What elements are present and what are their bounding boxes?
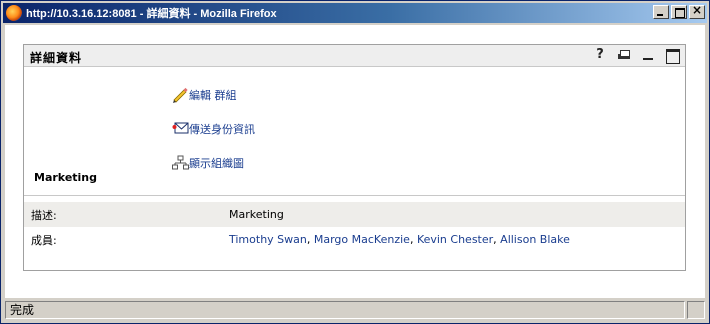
minimize-icon[interactable] (641, 48, 655, 62)
mail-icon (172, 121, 189, 137)
pencil-icon (172, 87, 189, 103)
status-resize-grip[interactable] (687, 301, 705, 319)
window-controls: × (651, 3, 705, 19)
edit-group-label[interactable]: 編輯 群組 (189, 87, 237, 103)
send-identity-label[interactable]: 傳送身份資訊 (189, 121, 255, 137)
print-icon[interactable] (617, 48, 631, 62)
maximize-icon[interactable] (665, 48, 680, 64)
separator: , (306, 233, 314, 246)
minimize-window-button[interactable] (653, 5, 669, 19)
portlet-header: 詳細資料 ? (24, 45, 685, 67)
window-title: http://10.3.16.12:8081 - 詳細資料 - Mozilla … (26, 8, 277, 20)
group-name: Marketing (34, 171, 98, 184)
show-org-chart-action[interactable]: 顯示組織圖 (172, 155, 244, 171)
member-link[interactable]: Margo MacKenzie (314, 233, 410, 246)
page-content: 詳細資料 ? 編輯 群組 傳送身份資訊 顯示組織圖 Marketing 描述: … (5, 25, 705, 298)
close-icon: × (691, 3, 703, 17)
description-row: 描述: Marketing (24, 202, 685, 227)
separator: , (409, 233, 417, 246)
close-window-button[interactable]: × (689, 3, 705, 19)
member-link[interactable]: Kevin Chester (417, 233, 493, 246)
title-bar[interactable]: http://10.3.16.12:8081 - 詳細資料 - Mozilla … (3, 3, 707, 23)
status-text: 完成 (5, 301, 685, 319)
help-icon[interactable]: ? (593, 48, 607, 62)
portlet-title: 詳細資料 (30, 51, 83, 65)
divider (24, 195, 685, 196)
status-bar: 完成 (3, 299, 707, 321)
maximize-window-button[interactable] (671, 5, 687, 19)
members-row: 成員: Timothy Swan, Margo MacKenzie, Kevin… (24, 227, 685, 252)
members-value: Timothy Swan, Margo MacKenzie, Kevin Che… (229, 233, 570, 246)
member-link[interactable]: Allison Blake (500, 233, 570, 246)
member-link[interactable]: Timothy Swan (229, 233, 307, 246)
browser-window: http://10.3.16.12:8081 - 詳細資料 - Mozilla … (0, 0, 710, 324)
details-portlet: 詳細資料 ? 編輯 群組 傳送身份資訊 顯示組織圖 Marketing 描述: … (23, 44, 686, 271)
org-chart-icon (172, 155, 189, 171)
edit-group-action[interactable]: 編輯 群組 (172, 87, 237, 103)
firefox-icon (6, 5, 22, 21)
show-org-chart-label[interactable]: 顯示組織圖 (189, 155, 244, 171)
description-label: 描述: (31, 208, 57, 222)
description-value: Marketing (229, 208, 284, 221)
send-identity-action[interactable]: 傳送身份資訊 (172, 121, 255, 137)
portlet-tools: ? (593, 48, 680, 64)
members-label: 成員: (31, 233, 57, 247)
